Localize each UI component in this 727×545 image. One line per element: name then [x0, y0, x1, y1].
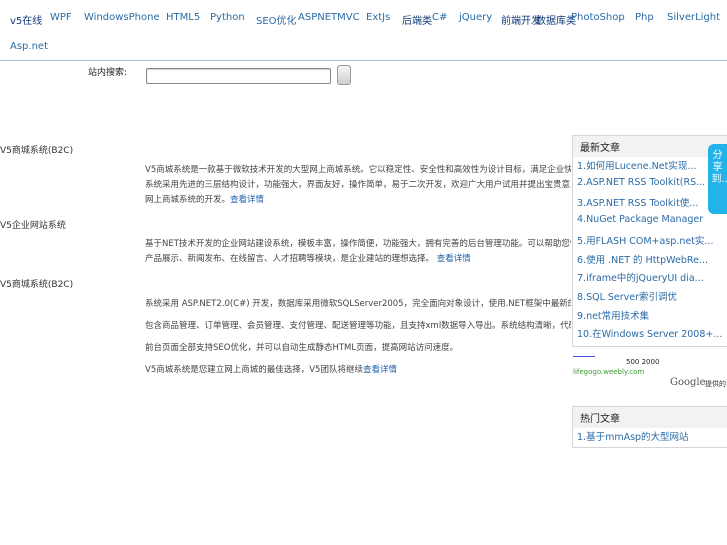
share-label: 分享到... [711, 150, 727, 185]
top-navigation: v5在线 WPF WindowsPhone HTML5 Python SEO优化… [0, 0, 727, 61]
hot-articles-panel: 热门文章 1.基于mmAsp的大型网站 [572, 406, 727, 448]
description-line: V5商城系统是一款基于微软技术开发的大型网上商城系统。它以稳定性、安全性和高效性… [145, 165, 571, 175]
description-line: 包含商品管理、订单管理、会员管理、支付管理、配送管理等功能，且支持xml数据导入… [145, 321, 571, 331]
nav-item-python[interactable]: Python [210, 12, 245, 23]
article-link[interactable]: 3.ASP.NET RSS Toolkit使... [577, 195, 698, 209]
nav-item-wpf[interactable]: WPF [50, 12, 72, 23]
view-details-link[interactable]: 查看详情 [363, 365, 397, 375]
nav-item-seo[interactable]: SEO优化 [256, 12, 297, 27]
panel-title: 最新文章 [573, 136, 727, 157]
article-link[interactable]: 5.用FLASH COM+asp.net实... [577, 233, 713, 247]
ad-numbers: 500 2000 [626, 358, 660, 366]
article-link[interactable]: 9.net常用技术集 [577, 308, 649, 322]
description-line: 基于NET技术开发的企业网站建设系统，模板丰富，操作简便，功能强大，拥有完善的后… [145, 239, 571, 249]
ad-site[interactable]: lifegogo.weebly.com [573, 368, 644, 376]
ad-provided-by: 提供的 [705, 380, 726, 388]
ad-divider [573, 356, 595, 357]
latest-articles-panel: 最新文章 1.如何用Lucene.Net实现... 2.ASP.NET RSS … [572, 135, 727, 347]
nav-item-backend[interactable]: 后端类 [402, 12, 432, 27]
description-line: 网上商城系统的开发。查看详情 [145, 193, 571, 208]
article-link[interactable]: 4.NuGet Package Manager [577, 214, 703, 225]
nav-item-html5[interactable]: HTML5 [166, 12, 200, 23]
section-description: 基于NET技术开发的企业网站建设系统，模板丰富，操作简便，功能强大，拥有完善的后… [145, 237, 571, 267]
search-button[interactable] [337, 65, 351, 85]
nav-item-database[interactable]: 数据库类 [536, 12, 576, 27]
nav-item-jquery[interactable]: jQuery [459, 12, 492, 23]
nav-item-aspnet[interactable]: Asp.net [10, 41, 48, 52]
description-line: V5商城系统是您建立网上商城的最佳选择，V5团队将继续查看详情 [145, 363, 571, 378]
article-link[interactable]: 8.SQL Server索引调优 [577, 289, 677, 303]
nav-item-frontend[interactable]: 前端开发 [501, 12, 541, 27]
description-text: V5商城系统是您建立网上商城的最佳选择，V5团队将继续 [145, 365, 363, 375]
description-text: 网上商城系统的开发。 [145, 195, 231, 205]
panel-title: 热门文章 [573, 407, 727, 428]
description-text: 产品展示、新闻发布、在线留言、人才招聘等模块，是企业建站的理想选择。 [145, 254, 435, 264]
description-line: 系统采用 ASP.NET2.0(C#) 开发，数据库采用微软SQLServer2… [145, 299, 571, 309]
nav-item-v5[interactable]: v5在线 [10, 12, 42, 27]
article-link[interactable]: 6.使用 .NET 的 HttpWebRe... [577, 252, 708, 266]
nav-item-php[interactable]: Php [635, 12, 654, 23]
nav-item-csharp[interactable]: C# [432, 12, 447, 23]
section-description: 系统采用 ASP.NET2.0(C#) 开发，数据库采用微软SQLServer2… [145, 297, 571, 378]
description-line: 前台页面全部支持SEO优化，并可以自动生成静态HTML页面，提高网站访问速度。 [145, 343, 459, 353]
article-link[interactable]: 2.ASP.NET RSS Toolkit(RS... [577, 177, 705, 188]
section-description: V5商城系统是一款基于微软技术开发的大型网上商城系统。它以稳定性、安全性和高效性… [145, 163, 571, 208]
nav-item-silverlight[interactable]: SilverLight [667, 12, 720, 23]
article-link[interactable]: 10.在Windows Server 2008+... [577, 326, 722, 340]
article-link[interactable]: 7.iframe中的jQueryUI dia... [577, 270, 704, 284]
article-link[interactable]: 1.基于mmAsp的大型网站 [577, 429, 689, 443]
description-line: 系统采用先进的三层结构设计，功能强大，界面友好，操作简单，易于二次开发，欢迎广大… [145, 180, 571, 190]
view-details-link[interactable]: 查看详情 [230, 195, 264, 205]
article-link[interactable]: 1.如何用Lucene.Net实现... [577, 158, 696, 172]
description-line: 产品展示、新闻发布、在线留言、人才招聘等模块，是企业建站的理想选择。 查看详情 [145, 252, 571, 267]
section-title-b2c: V5商城系统(B2C) [0, 280, 74, 290]
section-title-b2c: V5商城系统(B2C) [0, 146, 74, 156]
share-button[interactable]: 分享到... [708, 144, 727, 214]
nav-item-extjs[interactable]: ExtJs [366, 12, 390, 23]
google-logo: Google [670, 377, 706, 388]
search-input[interactable] [146, 68, 331, 84]
nav-item-windowsphone[interactable]: WindowsPhone [84, 12, 160, 23]
view-details-link[interactable]: 查看详情 [437, 254, 471, 264]
search-label: 站内搜索: [88, 68, 128, 78]
section-title-enterprise: V5企业网站系统 [0, 221, 66, 231]
nav-item-aspnetmvc[interactable]: ASPNETMVC [298, 12, 360, 23]
nav-item-photoshop[interactable]: PhotoShop [571, 12, 625, 23]
